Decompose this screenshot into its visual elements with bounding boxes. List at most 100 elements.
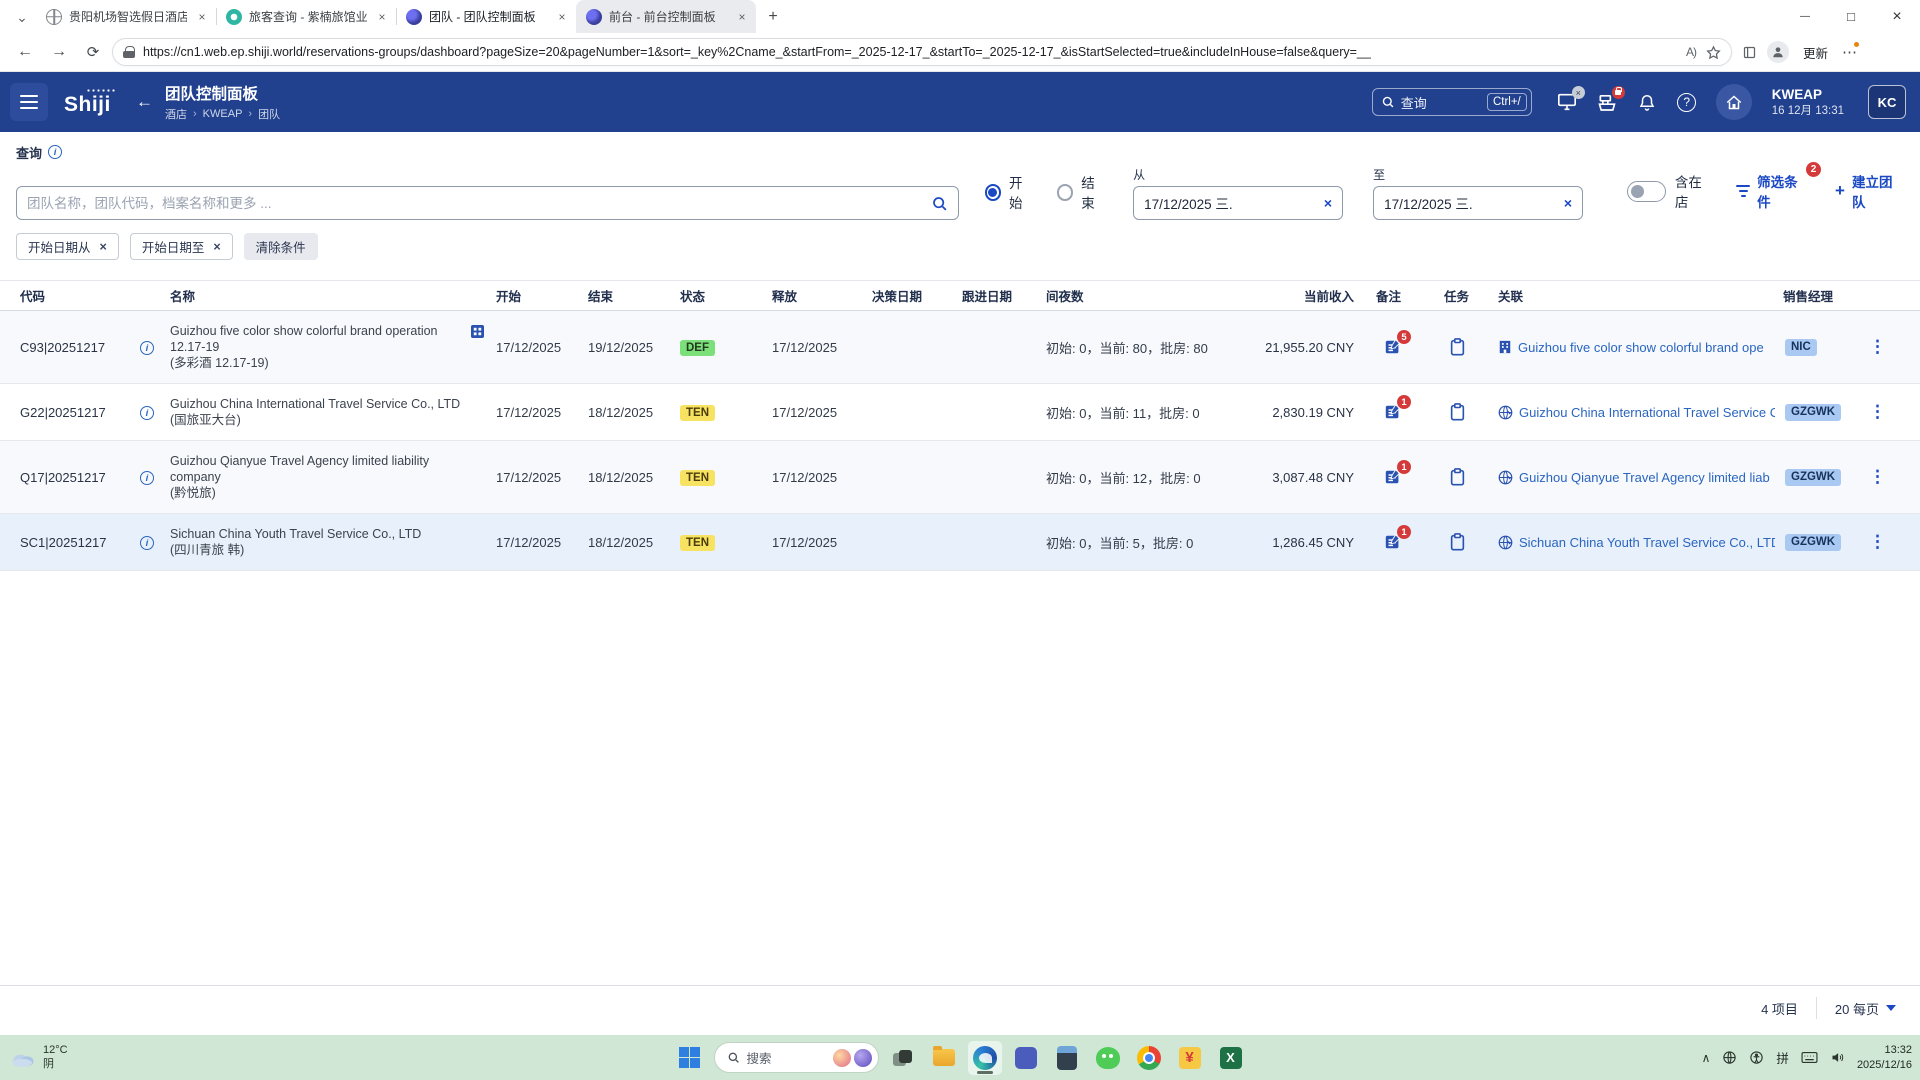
linked-profile-link[interactable]: Guizhou China International Travel Servi… bbox=[1519, 405, 1775, 420]
property-block[interactable]: KWEAP 16 12月 13:31 bbox=[1772, 87, 1844, 118]
ime-pinyin-indicator[interactable]: 拼 bbox=[1776, 1048, 1789, 1067]
tray-chevron-up-icon[interactable] bbox=[1702, 1051, 1711, 1065]
calculator-icon[interactable] bbox=[1050, 1041, 1084, 1075]
table-row[interactable]: C93|20251217 Guizhou five color show col… bbox=[0, 311, 1920, 384]
create-group-button[interactable]: 建立团队 bbox=[1835, 171, 1904, 211]
notes-icon[interactable]: 1 bbox=[1384, 395, 1411, 421]
excel-icon[interactable] bbox=[1214, 1041, 1248, 1075]
url-text[interactable]: https://cn1.web.ep.shiji.world/reservati… bbox=[143, 45, 1678, 59]
cashier-icon[interactable] bbox=[1596, 86, 1625, 113]
group-code[interactable]: G22|20251217 bbox=[16, 393, 136, 432]
tasks-clipboard-icon[interactable] bbox=[1450, 338, 1465, 356]
info-icon[interactable] bbox=[140, 536, 154, 551]
new-tab-icon[interactable] bbox=[760, 4, 786, 30]
terminal-status-icon[interactable] bbox=[1556, 86, 1585, 113]
group-code[interactable]: C93|20251217 bbox=[16, 328, 136, 367]
chip-remove-icon[interactable] bbox=[213, 240, 220, 254]
page-size-select[interactable]: 20 每页 bbox=[1835, 999, 1896, 1018]
reload-icon[interactable] bbox=[78, 37, 108, 67]
include-inhouse-toggle[interactable] bbox=[1627, 180, 1666, 202]
browser-tab-active[interactable]: 团队 - 团队控制面板 bbox=[396, 0, 576, 33]
from-date-input[interactable]: 17/12/2025 三. bbox=[1133, 186, 1344, 220]
notes-icon[interactable]: 1 bbox=[1384, 525, 1411, 551]
browser-tab-1[interactable]: 贵阳机场智选假日酒店系统网址与 bbox=[36, 0, 216, 33]
tab-close-icon[interactable] bbox=[554, 9, 570, 25]
info-icon[interactable] bbox=[140, 341, 154, 356]
radio-end[interactable]: 结束 bbox=[1056, 172, 1107, 212]
profile-avatar[interactable] bbox=[1767, 41, 1789, 63]
linked-profile-link[interactable]: Guizhou five color show colorful brand o… bbox=[1518, 340, 1764, 355]
col-tasks[interactable]: 任务 bbox=[1430, 286, 1488, 305]
row-menu-icon[interactable] bbox=[1869, 402, 1886, 422]
group-code[interactable]: Q17|20251217 bbox=[16, 458, 136, 497]
to-date-clear-icon[interactable] bbox=[1564, 195, 1572, 211]
radio-start[interactable]: 开始 bbox=[984, 172, 1035, 212]
back-icon[interactable] bbox=[10, 37, 40, 67]
volume-icon[interactable] bbox=[1830, 1050, 1845, 1065]
col-current-revenue[interactable]: 当前收入 bbox=[1245, 286, 1360, 305]
row-menu-icon[interactable] bbox=[1869, 467, 1886, 487]
col-notes[interactable]: 备注 bbox=[1360, 286, 1430, 305]
col-status[interactable]: 状态 bbox=[670, 286, 762, 305]
row-menu-icon[interactable] bbox=[1869, 532, 1886, 552]
secure-lock-icon[interactable] bbox=[123, 46, 135, 58]
close-window-icon[interactable] bbox=[1874, 0, 1920, 33]
file-explorer-icon[interactable] bbox=[927, 1041, 961, 1075]
back-arrow-icon[interactable] bbox=[136, 92, 153, 112]
read-aloud-icon[interactable] bbox=[1686, 43, 1696, 61]
col-start[interactable]: 开始 bbox=[486, 286, 578, 305]
linked-profile-link[interactable]: Guizhou Qianyue Travel Agency limited li… bbox=[1519, 470, 1770, 485]
browser-tab-2[interactable]: 旅客查询 - 紫楠旅馆业治安信息管 bbox=[216, 0, 396, 33]
browser-update-button[interactable]: 更新 bbox=[1799, 40, 1832, 65]
query-info-icon[interactable] bbox=[48, 145, 63, 159]
info-icon[interactable] bbox=[140, 471, 154, 486]
tab-close-icon[interactable] bbox=[194, 9, 210, 25]
col-code[interactable]: 代码 bbox=[16, 286, 168, 305]
tasks-clipboard-icon[interactable] bbox=[1450, 533, 1465, 551]
edge-icon[interactable] bbox=[967, 1040, 1002, 1075]
table-row[interactable]: G22|20251217 Guizhou China International… bbox=[0, 384, 1920, 441]
info-icon[interactable] bbox=[140, 406, 154, 421]
chip-remove-icon[interactable] bbox=[100, 240, 107, 254]
browser-tab-4[interactable]: 前台 - 前台控制面板 bbox=[576, 0, 756, 33]
group-code[interactable]: SC1|20251217 bbox=[16, 523, 136, 562]
col-name[interactable]: 名称 bbox=[168, 286, 486, 305]
tab-search-icon[interactable] bbox=[8, 5, 36, 29]
linked-profile-link[interactable]: Sichuan China Youth Travel Service Co., … bbox=[1519, 535, 1775, 550]
minimize-icon[interactable] bbox=[1782, 0, 1828, 33]
taskbar-weather-widget[interactable]: 12°C 阴 bbox=[10, 1044, 68, 1072]
network-icon[interactable] bbox=[1722, 1050, 1737, 1065]
accessibility-icon[interactable] bbox=[1749, 1050, 1764, 1065]
teams-icon[interactable] bbox=[1009, 1041, 1043, 1075]
breadcrumb-section[interactable]: 团队 bbox=[258, 106, 280, 122]
global-search-input[interactable]: 查询 Ctrl+/ bbox=[1371, 88, 1532, 116]
help-icon[interactable] bbox=[1676, 91, 1698, 113]
col-end[interactable]: 结束 bbox=[578, 286, 670, 305]
breadcrumb-property[interactable]: KWEAP bbox=[203, 108, 243, 120]
start-button[interactable] bbox=[673, 1041, 707, 1075]
chip-start-date-to[interactable]: 开始日期至 bbox=[129, 233, 233, 260]
address-bar[interactable]: https://cn1.web.ep.shiji.world/reservati… bbox=[112, 38, 1732, 66]
favorite-star-icon[interactable] bbox=[1706, 44, 1721, 60]
to-date-input[interactable]: 17/12/2025 三. bbox=[1373, 186, 1584, 220]
user-avatar[interactable]: KC bbox=[1868, 85, 1906, 119]
collections-icon[interactable] bbox=[1742, 45, 1757, 60]
forward-icon[interactable] bbox=[44, 37, 74, 67]
browser-menu-icon[interactable] bbox=[1842, 41, 1861, 61]
from-date-clear-icon[interactable] bbox=[1324, 195, 1332, 211]
col-decision-date[interactable]: 决策日期 bbox=[862, 286, 952, 305]
tasks-clipboard-icon[interactable] bbox=[1450, 403, 1465, 421]
chip-start-date-from[interactable]: 开始日期从 bbox=[16, 233, 119, 260]
task-view-icon[interactable] bbox=[886, 1041, 920, 1075]
keyboard-icon[interactable] bbox=[1801, 1051, 1818, 1064]
breadcrumb-hotel[interactable]: 酒店 bbox=[165, 106, 187, 122]
table-row[interactable]: Q17|20251217 Guizhou Qianyue Travel Agen… bbox=[0, 441, 1920, 514]
taskbar-search[interactable]: 搜索 bbox=[713, 1042, 879, 1073]
row-menu-icon[interactable] bbox=[1869, 337, 1886, 357]
notes-icon[interactable]: 5 bbox=[1384, 330, 1411, 356]
filter-conditions-button[interactable]: 筛选条件 2 bbox=[1736, 162, 1822, 211]
chrome-icon[interactable] bbox=[1132, 1041, 1166, 1075]
tab-close-icon[interactable] bbox=[374, 9, 390, 25]
col-release[interactable]: 释放 bbox=[762, 286, 862, 305]
table-row[interactable]: SC1|20251217 Sichuan China Youth Travel … bbox=[0, 514, 1920, 571]
